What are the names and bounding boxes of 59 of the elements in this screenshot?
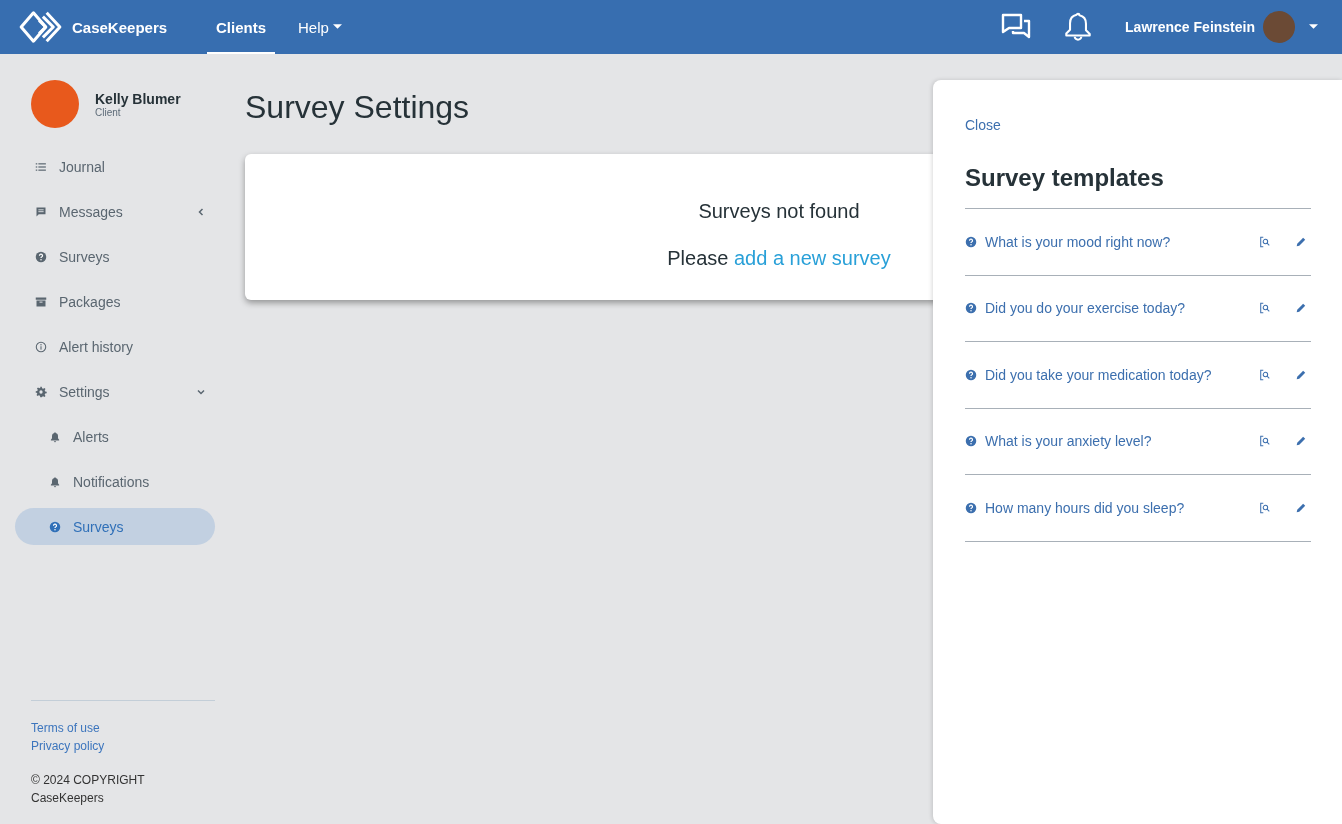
template-link[interactable]: How many hours did you sleep? <box>985 499 1245 516</box>
sidebar-item[interactable]: Alert history <box>15 328 215 365</box>
caret-icon[interactable] <box>1309 24 1318 30</box>
template-link[interactable]: What is your anxiety level? <box>985 433 1245 450</box>
sidebar-item[interactable]: Packages <box>15 283 215 320</box>
preview-icon[interactable] <box>1259 435 1271 448</box>
empty-state-text: Please add a new survey <box>667 247 891 270</box>
page-title: Survey Settings <box>245 89 470 126</box>
brand-name: CaseKeepers <box>72 18 168 36</box>
sidebar-item[interactable]: Settings <box>15 373 215 410</box>
help-icon <box>35 250 47 263</box>
client-photo-placeholder <box>31 80 79 128</box>
preview-icon[interactable] <box>1259 368 1271 381</box>
chevron-down-icon <box>197 387 205 396</box>
help-icon <box>965 368 977 381</box>
sidebar-item[interactable]: Notifications <box>15 463 215 500</box>
sidebar-item[interactable]: Surveys <box>15 508 215 545</box>
help-icon <box>965 501 977 514</box>
user-name[interactable]: Lawrence Feinstein <box>1125 19 1255 35</box>
message-icon <box>35 205 47 218</box>
archive-icon <box>35 295 47 308</box>
template-link[interactable]: Did you take your medication today? <box>985 366 1245 383</box>
help-icon <box>49 520 61 533</box>
info-icon <box>35 340 47 353</box>
empty-state-title: Surveys not found <box>698 200 860 223</box>
bell-icon <box>49 475 61 488</box>
template-link[interactable]: What is your mood right now? <box>985 233 1245 250</box>
sidebar-item[interactable]: Surveys <box>15 238 215 275</box>
pencil-icon[interactable] <box>1295 501 1307 514</box>
sidebar-item[interactable]: Alerts <box>15 418 215 455</box>
close-link[interactable]: Close <box>965 117 1001 133</box>
help-icon <box>965 435 977 448</box>
nav-tab[interactable]: Help <box>289 0 351 54</box>
nav-tab[interactable]: Clients <box>207 0 275 54</box>
preview-icon[interactable] <box>1259 235 1271 248</box>
footer-link[interactable]: Terms of use <box>31 719 215 737</box>
settings-icon <box>35 385 47 398</box>
help-icon <box>965 235 977 248</box>
bell-icon <box>49 430 61 443</box>
pencil-icon[interactable] <box>1295 368 1307 381</box>
sidebar-item[interactable]: Messages <box>15 193 215 230</box>
panel-title: Survey templates <box>965 164 1165 192</box>
pencil-icon[interactable] <box>1295 302 1307 315</box>
preview-icon[interactable] <box>1259 501 1271 514</box>
template-link[interactable]: Did you do your exercise today? <box>985 300 1245 317</box>
copyright-text: © 2024 COPYRIGHT CaseKeepers <box>31 772 146 807</box>
notification-bell-icon[interactable] <box>1063 12 1094 42</box>
client-name: Kelly Blumer <box>95 90 181 107</box>
client-role: Client <box>95 106 121 118</box>
add-survey-link[interactable]: add a new survey <box>733 247 891 269</box>
pencil-icon[interactable] <box>1295 235 1307 248</box>
sidebar-item[interactable]: Journal <box>15 148 215 185</box>
chevron-left-icon <box>197 207 205 216</box>
footer-link[interactable]: Privacy policy <box>31 737 215 755</box>
list-icon <box>35 160 47 173</box>
logo-icon <box>18 10 64 44</box>
help-icon <box>965 302 977 315</box>
pencil-icon[interactable] <box>1295 435 1307 448</box>
preview-icon[interactable] <box>1259 302 1271 315</box>
